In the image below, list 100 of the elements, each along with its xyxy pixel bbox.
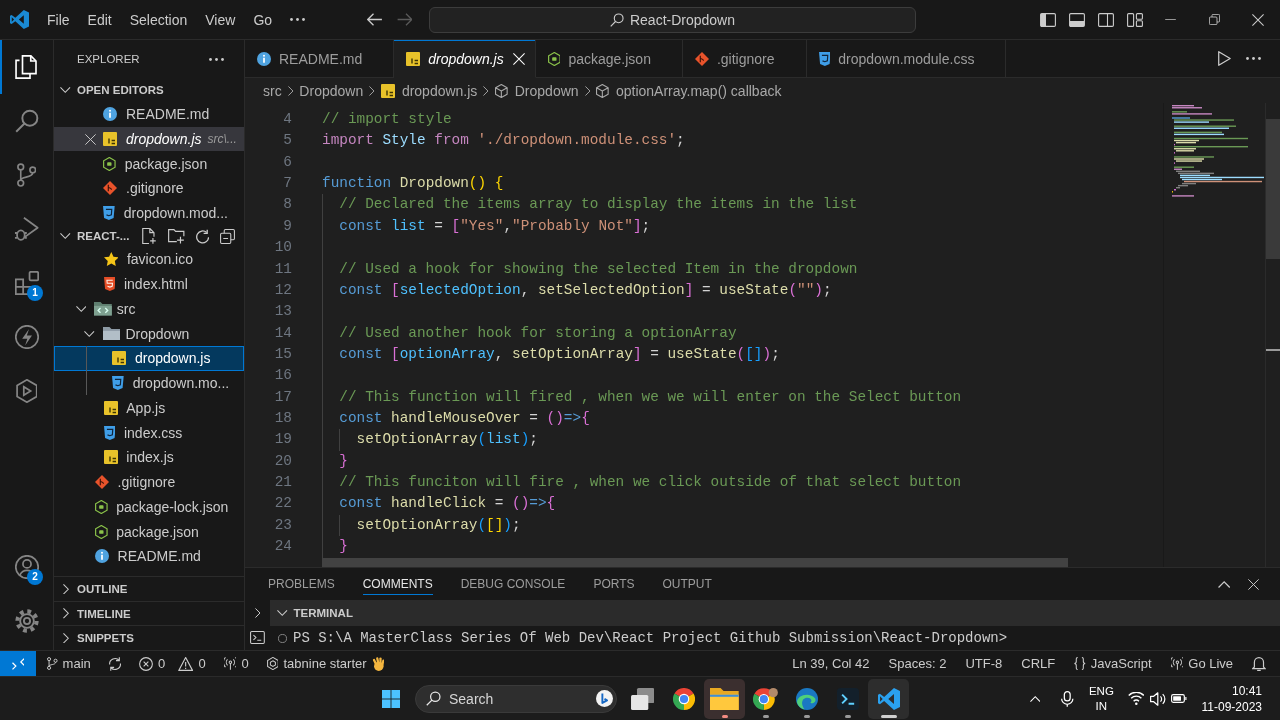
search-bar[interactable]: Search bbox=[415, 684, 617, 713]
start-menu-icon[interactable] bbox=[382, 689, 400, 708]
breadcrumb-item[interactable]: Dropdown bbox=[299, 82, 364, 99]
horizontal-scrollbar[interactable] bbox=[322, 557, 1068, 567]
customize-layout-icon[interactable] bbox=[1127, 12, 1143, 27]
panel-tab[interactable]: OUTPUT bbox=[662, 573, 712, 595]
open-editor-item[interactable]: dropdown.mod... bbox=[103, 200, 228, 226]
speaker-icon[interactable] bbox=[1150, 691, 1166, 706]
breadcrumb-item[interactable]: dropdown.js bbox=[380, 82, 478, 99]
breadcrumb-item[interactable]: optionArray.map() callback bbox=[596, 82, 782, 99]
panel-tab[interactable]: PORTS bbox=[593, 573, 635, 595]
file-tree-item[interactable]: index.html bbox=[103, 271, 188, 297]
status-item[interactable]: CRLF bbox=[1016, 651, 1061, 676]
task-view-icon[interactable] bbox=[630, 687, 655, 710]
editor-tab[interactable]: README.md bbox=[245, 40, 395, 78]
sync-icon[interactable] bbox=[108, 656, 121, 671]
back-arrow-icon[interactable] bbox=[367, 13, 383, 26]
run-debug-icon[interactable] bbox=[13, 217, 40, 241]
panel-tab[interactable]: PROBLEMS bbox=[268, 573, 335, 595]
file-tree-item[interactable]: Dropdown bbox=[81, 321, 190, 346]
terminal-app-icon[interactable] bbox=[836, 687, 859, 710]
files-icon[interactable] bbox=[15, 55, 38, 79]
hexagon-icon[interactable] bbox=[15, 379, 38, 403]
status-item[interactable]: Ln 39, Col 42 bbox=[787, 651, 875, 676]
browser-icon[interactable] bbox=[672, 687, 695, 710]
chevron-up-icon[interactable] bbox=[1217, 580, 1230, 588]
section-header[interactable]: SNIPPETS bbox=[60, 627, 134, 649]
menu-item[interactable]: Edit bbox=[78, 4, 121, 35]
scrollbar-thumb[interactable] bbox=[1266, 119, 1280, 259]
swirl-browser-icon[interactable] bbox=[795, 687, 818, 710]
open-editor-item[interactable]: README.md bbox=[103, 102, 210, 127]
file-tree-item[interactable]: dropdown.js bbox=[54, 345, 244, 371]
clock[interactable]: 10:41 11-09-2023 bbox=[1201, 682, 1262, 715]
command-center[interactable]: React-Dropdown bbox=[429, 6, 916, 33]
taskbar-button[interactable] bbox=[704, 678, 745, 719]
minimize-icon[interactable] bbox=[1164, 19, 1176, 20]
wifi-icon[interactable] bbox=[1127, 692, 1145, 705]
more-icon[interactable] bbox=[209, 57, 224, 61]
menu-item[interactable]: File bbox=[38, 4, 79, 35]
editor-tab[interactable]: .gitignore bbox=[682, 40, 807, 78]
menu-item[interactable]: View bbox=[196, 4, 245, 35]
new-file-icon[interactable] bbox=[142, 228, 158, 245]
open-editor-item[interactable]: .gitignore bbox=[103, 176, 184, 201]
open-editor-item[interactable]: dropdown.js src\... bbox=[54, 126, 244, 152]
bell-icon[interactable] bbox=[1252, 656, 1266, 671]
microphone-icon[interactable] bbox=[1061, 690, 1074, 707]
panel-tab[interactable]: COMMENTS bbox=[362, 573, 433, 595]
problems-status[interactable]: 0 0 bbox=[133, 651, 211, 676]
open-editor-item[interactable]: package.json bbox=[103, 151, 208, 177]
more-icon[interactable] bbox=[1246, 57, 1261, 60]
refresh-icon[interactable] bbox=[195, 228, 209, 244]
section-header[interactable]: OPEN EDITORS bbox=[60, 79, 164, 101]
file-tree-item[interactable]: package.json bbox=[95, 519, 199, 544]
account-icon[interactable] bbox=[14, 555, 39, 579]
file-tree-item[interactable]: src bbox=[73, 296, 136, 322]
status-item[interactable]: tabnine starter bbox=[261, 651, 390, 676]
restore-icon[interactable] bbox=[1208, 14, 1220, 25]
panel-tab[interactable]: DEBUG CONSOLE bbox=[460, 573, 566, 595]
battery-icon[interactable] bbox=[1170, 694, 1187, 703]
toggle-sidebar-icon[interactable] bbox=[1040, 12, 1056, 27]
status-item[interactable]: JavaScript bbox=[1069, 651, 1157, 676]
status-item[interactable]: 0 bbox=[218, 651, 254, 676]
file-tree-item[interactable]: index.css bbox=[103, 420, 183, 445]
more-icon[interactable] bbox=[290, 18, 306, 21]
collapse-all-icon[interactable] bbox=[220, 228, 235, 244]
new-folder-icon[interactable] bbox=[168, 228, 185, 244]
input-language[interactable]: ENG IN bbox=[1088, 683, 1114, 714]
source-control-icon[interactable] bbox=[16, 163, 37, 187]
section-header[interactable]: OUTLINE bbox=[60, 578, 128, 600]
editor-tab[interactable]: package.json bbox=[535, 40, 683, 78]
breadcrumb-item[interactable]: src bbox=[263, 82, 282, 99]
section-header[interactable]: TIMELINE bbox=[60, 603, 131, 625]
file-tree-item[interactable]: favicon.ico bbox=[103, 246, 194, 272]
close-icon[interactable] bbox=[1252, 13, 1264, 26]
file-tree-item[interactable]: index.js bbox=[103, 444, 174, 470]
settings-icon[interactable] bbox=[14, 609, 39, 633]
file-tree-item[interactable]: package-lock.json bbox=[95, 494, 229, 520]
taskbar-button[interactable] bbox=[868, 678, 909, 719]
lightning-icon[interactable] bbox=[14, 325, 39, 349]
file-tree-item[interactable]: README.md bbox=[95, 543, 201, 569]
browser-profile-icon[interactable] bbox=[753, 687, 778, 710]
file-tree-item[interactable]: .gitignore bbox=[95, 469, 176, 495]
chevron-right-icon[interactable] bbox=[254, 607, 261, 618]
menu-item[interactable]: Go bbox=[244, 4, 282, 35]
search-input[interactable]: Search bbox=[449, 690, 588, 707]
close-icon[interactable] bbox=[1248, 578, 1259, 590]
editor-tab[interactable]: dropdown.module.css bbox=[806, 40, 1007, 78]
search-icon[interactable] bbox=[14, 109, 39, 133]
extensions-icon[interactable] bbox=[14, 271, 39, 295]
section-header[interactable]: REACT-... bbox=[60, 225, 130, 247]
status-item[interactable]: main bbox=[42, 651, 96, 676]
minimap[interactable] bbox=[1172, 105, 1264, 197]
status-item[interactable]: UTF-8 bbox=[960, 651, 1008, 676]
file-tree-item[interactable]: dropdown.mo... bbox=[112, 370, 230, 396]
file-tree-item[interactable]: App.js bbox=[103, 395, 166, 421]
breadcrumb-item[interactable]: Dropdown bbox=[495, 82, 579, 99]
terminal-header[interactable]: TERMINAL bbox=[270, 600, 1280, 626]
toggle-secondary-sidebar-icon[interactable] bbox=[1098, 12, 1114, 27]
toggle-panel-icon[interactable] bbox=[1069, 12, 1085, 27]
menu-item[interactable]: Selection bbox=[120, 4, 197, 35]
